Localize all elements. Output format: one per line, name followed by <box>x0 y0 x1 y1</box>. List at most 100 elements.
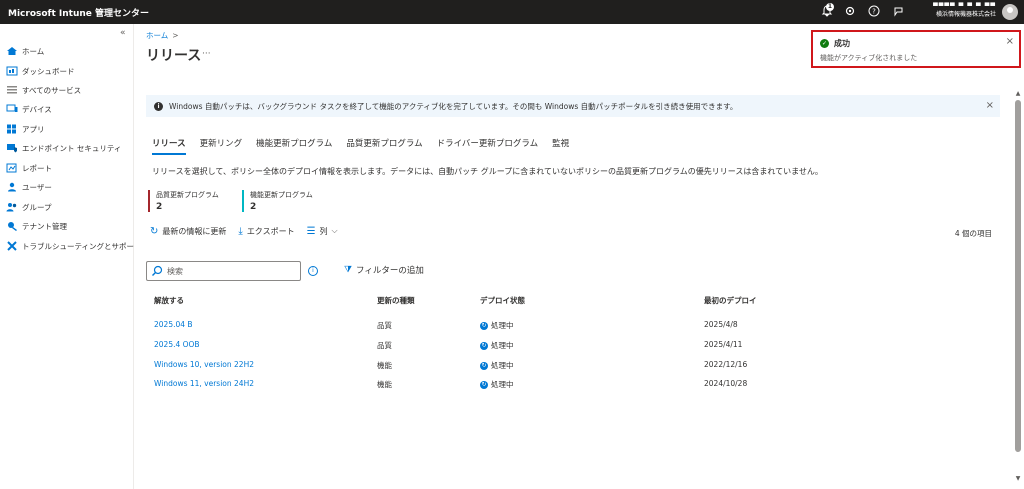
sidebar-item-devices[interactable]: デバイス <box>6 102 52 116</box>
info-banner: i Windows 自動パッチは、バックグラウンド タスクを終了して機能のアクテ… <box>146 95 1000 117</box>
app-title[interactable]: Microsoft Intune 管理センター <box>8 6 149 19</box>
deploy-status-label: 処理中 <box>491 380 514 389</box>
sidebar-item-label: アプリ <box>22 124 45 134</box>
tab-feature-updates[interactable]: 機能更新プログラム <box>256 137 332 155</box>
groups-icon <box>6 203 17 212</box>
columns-label: 列 <box>319 226 328 236</box>
update-type: 品質 <box>377 321 392 330</box>
success-check-icon: ✓ <box>820 39 829 48</box>
refresh-button[interactable]: ↻ 最新の情報に更新 <box>150 226 226 237</box>
tab-releases[interactable]: リリース <box>152 137 186 155</box>
scroll-down-arrow[interactable]: ▼ <box>1015 475 1021 482</box>
in-progress-icon: ↻ <box>480 380 488 389</box>
sidebar-item-dashboard[interactable]: ダッシュボード <box>6 64 75 78</box>
sidebar-item-apps[interactable]: アプリ <box>6 122 45 136</box>
avatar[interactable] <box>1002 4 1018 20</box>
add-filter-button[interactable]: ⧩ フィルターの追加 <box>344 264 424 276</box>
refresh-icon: ↻ <box>150 225 159 237</box>
export-button[interactable]: ⤓ エクスポート <box>238 226 294 237</box>
endpoint-security-icon <box>7 144 17 153</box>
release-link[interactable]: 2025.04 B <box>154 320 193 329</box>
item-count: 4 個の項目 <box>954 229 992 238</box>
refresh-label: 最新の情報に更新 <box>162 226 227 236</box>
search-placeholder: 検索 <box>167 266 183 276</box>
toast-close-button[interactable]: × <box>1006 36 1014 47</box>
sidebar-item-tenant-admin[interactable]: テナント管理 <box>6 219 67 233</box>
sidebar: « ホーム ダッシュボード すべてのサービス デバイス アプリ エンドポイント … <box>0 24 142 489</box>
release-link[interactable]: Windows 11, version 24H2 <box>154 379 254 388</box>
sidebar-item-users[interactable]: ユーザー <box>6 180 52 194</box>
help-icon[interactable]: ? <box>867 5 881 19</box>
sidebar-item-endpoint-security[interactable]: エンドポイント セキュリティ <box>6 141 121 155</box>
user-name: ▀▀▀▀ ▀ ▀ ▀ ▀▀ <box>933 3 996 10</box>
toast-title: 成功 <box>834 39 850 48</box>
apps-icon <box>7 124 16 134</box>
dashboard-icon <box>6 66 18 76</box>
columns-button[interactable]: ☰ 列 ⌵ <box>307 226 338 237</box>
deploy-status: ↻ 処理中 <box>480 340 514 351</box>
deploy-status-label: 処理中 <box>491 361 514 370</box>
sidebar-item-troubleshooting[interactable]: トラブルシューティングとサポート <box>6 239 142 253</box>
user-account[interactable]: ▀▀▀▀ ▀ ▀ ▀ ▀▀ 横浜情報機器株式会社 <box>933 3 996 19</box>
tab-driver-updates[interactable]: ドライバー更新プログラム <box>437 137 539 155</box>
release-link[interactable]: 2025.4 OOB <box>154 340 200 349</box>
first-deploy-date: 2025/4/11 <box>704 340 743 349</box>
columns-icon: ☰ <box>306 225 316 237</box>
tenant-icon <box>8 222 17 231</box>
column-header-first-deploy[interactable]: 最初のデプロイ <box>704 295 757 306</box>
column-header-update-type[interactable]: 更新の種類 <box>377 295 415 306</box>
dismiss-banner-button[interactable]: × <box>986 100 994 111</box>
notification-count-badge: 1 <box>826 3 834 11</box>
deploy-status-label: 処理中 <box>491 321 514 330</box>
column-header-release[interactable]: 解放する <box>154 295 184 306</box>
tab-bar: リリース 更新リング 機能更新プログラム 品質更新プログラム ドライバー更新プロ… <box>152 137 583 155</box>
deploy-status-label: 処理中 <box>491 341 514 350</box>
download-icon: ⤓ <box>238 225 243 237</box>
sidebar-item-label: レポート <box>22 163 52 173</box>
stat-label: 品質更新プログラム <box>156 191 219 199</box>
sidebar-item-label: ホーム <box>22 46 45 56</box>
update-type: 機能 <box>377 380 392 389</box>
breadcrumb-separator: > <box>172 31 179 40</box>
first-deploy-date: 2022/12/16 <box>704 360 748 369</box>
deploy-status: ↻ 処理中 <box>480 320 514 331</box>
scroll-up-arrow[interactable]: ▲ <box>1015 90 1021 97</box>
in-progress-icon: ↻ <box>480 321 488 330</box>
breadcrumb: ホーム > <box>146 30 179 41</box>
info-icon: i <box>154 101 163 111</box>
sidebar-item-groups[interactable]: グループ <box>6 200 52 214</box>
deploy-status: ↻ 処理中 <box>480 360 514 371</box>
in-progress-icon: ↻ <box>480 361 488 370</box>
user-org: 横浜情報機器株式会社 <box>935 11 996 18</box>
tab-quality-updates[interactable]: 品質更新プログラム <box>346 137 422 155</box>
sidebar-item-label: ユーザー <box>22 182 52 192</box>
sidebar-item-home[interactable]: ホーム <box>6 44 44 58</box>
stat-quality-updates: 品質更新プログラム 2 <box>148 190 219 212</box>
main-content: ホーム > リリース ··· i Windows 自動パッチは、バックグラウンド … <box>134 24 1024 489</box>
toast-message: 機能がアクティブ化されました <box>820 54 918 62</box>
collapse-sidebar-button[interactable]: « <box>120 28 126 38</box>
search-input[interactable]: 検索 <box>146 261 301 281</box>
settings-gear-icon[interactable] <box>843 5 857 19</box>
update-type: 機能 <box>377 361 392 370</box>
sidebar-item-label: ダッシュボード <box>22 66 75 76</box>
search-icon <box>152 265 163 276</box>
more-options-button[interactable]: ··· <box>202 49 211 59</box>
breadcrumb-home-link[interactable]: ホーム <box>146 31 168 40</box>
tab-update-rings[interactable]: 更新リング <box>200 137 243 155</box>
column-header-deploy-status[interactable]: デプロイ状態 <box>480 295 525 306</box>
chevron-down-icon: ⌵ <box>331 226 338 235</box>
sidebar-item-reports[interactable]: レポート <box>6 161 52 175</box>
reports-icon <box>6 163 17 173</box>
success-toast: ✓ 成功 機能がアクティブ化されました × <box>811 30 1021 68</box>
release-link[interactable]: Windows 10, version 22H2 <box>154 360 254 369</box>
sidebar-item-all-services[interactable]: すべてのサービス <box>6 83 81 97</box>
search-info-icon[interactable]: i <box>308 266 318 276</box>
in-progress-icon: ↻ <box>480 341 488 350</box>
troubleshoot-icon <box>7 241 17 251</box>
tab-monitoring[interactable]: 監視 <box>552 137 569 155</box>
home-icon <box>7 47 17 55</box>
scrollbar-thumb[interactable] <box>1015 100 1021 452</box>
update-type: 品質 <box>377 341 392 350</box>
feedback-icon[interactable] <box>892 5 906 19</box>
